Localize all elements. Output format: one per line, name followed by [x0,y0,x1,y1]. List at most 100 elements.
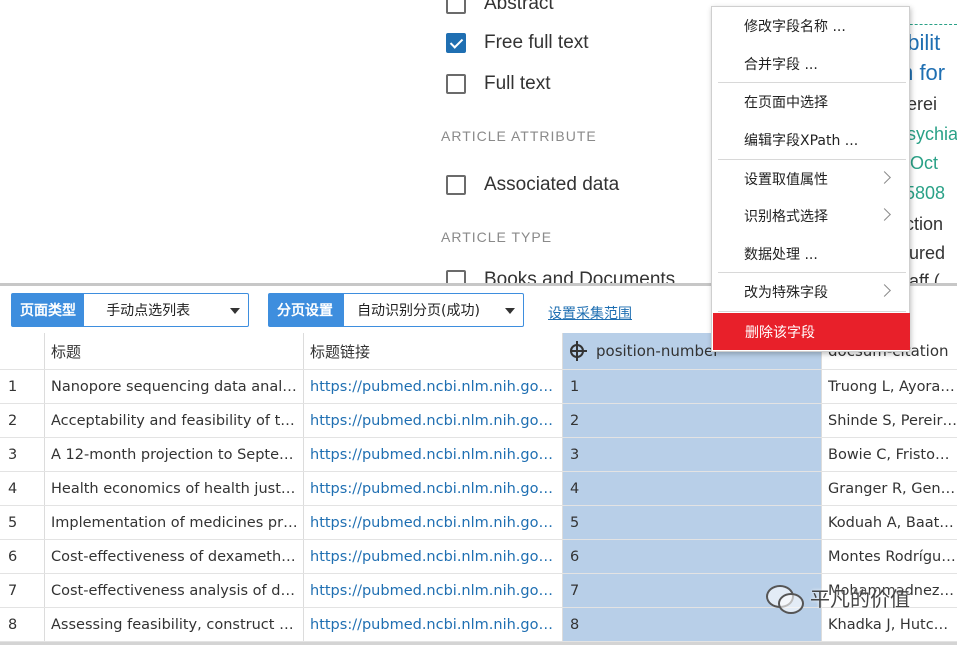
cell-docsum-citation: Shinde S, Pereira B [828,404,957,438]
cell-docsum-citation: Montes Rodríguez P [828,540,957,574]
cell-title: Implementation of medicines pricing poli… [51,506,299,540]
cell-index-text: 1 [8,379,18,395]
chevron-right-icon [878,284,891,297]
cell-title-text: Implementation of medicines pricing poli… [51,515,299,531]
cell-index: 4 [8,472,38,506]
cell-docsum-citation: Khadka J, Hutchins [828,608,957,642]
filter-free-full-text[interactable]: Free full text [446,31,589,55]
filter-books-documents[interactable]: Books and Documents [446,268,675,283]
cell-position-number: 1 [570,370,815,404]
cell-index: 3 [8,438,38,472]
set-scope-link[interactable]: 设置采集范围 [548,303,632,323]
cell-index-text: 7 [8,583,18,599]
associated-data-checkbox[interactable] [446,175,466,195]
cell-docsum-citation-text: Koduah A, Baatiema [828,515,957,531]
menu-data-processing[interactable]: 数据处理 ... [712,236,909,272]
cell-position-number-text: 6 [570,549,580,565]
cell-index-text: 6 [8,549,18,565]
cell-position-number-text: 1 [570,379,580,395]
cell-title-link[interactable]: https://pubmed.ncbi.nlm.nih.gov/36458081… [310,370,558,404]
menu-separator [718,272,906,273]
menu-separator [718,159,906,160]
article-attribute-heading: ARTICLE ATTRIBUTE [441,128,597,144]
cell-docsum-citation-text: Bowie C, Friston K. [828,447,957,463]
crosshair-icon [570,341,587,361]
menu-format-recognition-label: 识别格式选择 [744,209,828,225]
menu-data-processing-label: 数据处理 ... [744,247,818,263]
cell-title-link[interactable]: https://pubmed.ncbi.nlm.nih.gov/36458082… [310,404,558,438]
header-title-link[interactable]: 标题链接 [310,333,558,369]
pagination-dropdown[interactable]: 自动识别分页(成功) [344,294,523,326]
full-text-label: Full text [484,73,551,94]
filter-associated-data[interactable]: Associated data [446,173,619,197]
table-row[interactable]: 5 Implementation of medicines pricing pol… [0,506,957,540]
cell-index: 1 [8,370,38,404]
cell-docsum-citation: Bowie C, Friston K. [828,438,957,472]
free-full-text-checkbox[interactable] [446,33,466,53]
cell-title-text: Nanopore sequencing data analysis using … [51,379,299,395]
table-row[interactable]: 3 A 12-month projection to September 2022… [0,438,957,472]
associated-data-label: Associated data [484,174,620,195]
cell-index: 6 [8,540,38,574]
menu-rename-field[interactable]: 修改字段名称 ... [712,8,909,44]
books-documents-checkbox[interactable] [446,270,466,283]
article-type-heading: ARTICLE TYPE [441,229,553,245]
pagination-selector[interactable]: 分页设置 自动识别分页(成功) [268,293,524,327]
cell-title-link[interactable]: https://pubmed.ncbi.nlm.nih.gov/36458086… [310,540,558,574]
page-type-dropdown[interactable]: 手动点选列表 [84,294,248,326]
cell-title-link-text: https://pubmed.ncbi.nlm.nih.gov/36458084… [310,481,558,497]
cell-title: Cost-effectiveness analysis of dapaglifl… [51,574,299,608]
cell-title-text: Health economics of health justice progr… [51,481,299,497]
menu-separator [718,82,906,83]
cell-position-number-text: 3 [570,447,580,463]
filter-abstract[interactable]: Abstract [446,0,554,16]
cell-title-link-text: https://pubmed.ncbi.nlm.nih.gov/36458082… [310,413,558,429]
cell-title: Health economics of health justice progr… [51,472,299,506]
full-text-checkbox[interactable] [446,74,466,94]
abstract-label: Abstract [484,0,554,14]
menu-delete-field[interactable]: 删除该字段 [713,313,910,350]
header-index [8,333,38,369]
table-row[interactable]: 1 Nanopore sequencing data analysis using… [0,370,957,404]
cell-title-text: Acceptability and feasibility of the Hea… [51,413,299,429]
cell-index-text: 3 [8,447,18,463]
watermark-text: 平凡的价值 [810,587,910,611]
cell-position-number: 4 [570,472,815,506]
cell-title: Cost-effectiveness of dexamethasone impl… [51,540,299,574]
menu-convert-special-field[interactable]: 改为特殊字段 [712,274,909,310]
cell-position-number-text: 4 [570,481,580,497]
cell-title-text: Assessing feasibility, construct validit… [51,617,299,633]
cell-docsum-citation: Koduah A, Baatiema [828,506,957,540]
cell-docsum-citation: Truong L, Ayora F, D [828,370,957,404]
page-type-selector[interactable]: 页面类型 手动点选列表 [11,293,249,327]
cell-index-text: 4 [8,481,18,497]
menu-merge-field[interactable]: 合并字段 ... [712,46,909,82]
pagination-label: 分页设置 [269,294,345,326]
menu-format-recognition[interactable]: 识别格式选择 [712,198,909,234]
table-row[interactable]: 2 Acceptability and feasibility of the He… [0,404,957,438]
page-type-label: 页面类型 [12,294,85,326]
menu-set-value-attribute-label: 设置取值属性 [744,172,828,188]
abstract-checkbox[interactable] [446,0,466,14]
cell-title-link[interactable]: https://pubmed.ncbi.nlm.nih.gov/36458083… [310,438,558,472]
cell-position-number-text: 2 [570,413,580,429]
menu-set-value-attribute[interactable]: 设置取值属性 [712,161,909,197]
cell-title-link[interactable]: https://pubmed.ncbi.nlm.nih.gov/36458085… [310,506,558,540]
menu-rename-field-label: 修改字段名称 ... [744,19,846,35]
cell-position-number: 8 [570,608,815,642]
table-row[interactable]: 8 Assessing feasibility, construct validi… [0,608,957,642]
menu-select-in-page[interactable]: 在页面中选择 [712,84,909,120]
table-row[interactable]: 4 Health economics of health justice prog… [0,472,957,506]
cell-title-link[interactable]: https://pubmed.ncbi.nlm.nih.gov/36458087… [310,574,558,608]
cell-title-link[interactable]: https://pubmed.ncbi.nlm.nih.gov/36458088… [310,608,558,642]
books-documents-label: Books and Documents [484,269,676,283]
header-title[interactable]: 标题 [51,333,299,369]
cell-index: 8 [8,608,38,642]
cell-title-link[interactable]: https://pubmed.ncbi.nlm.nih.gov/36458084… [310,472,558,506]
table-row[interactable]: 6 Cost-effectiveness of dexamethasone imp… [0,540,957,574]
chevron-right-icon [878,208,891,221]
filter-full-text[interactable]: Full text [446,72,551,96]
cell-title-text: Cost-effectiveness analysis of dapaglifl… [51,583,299,599]
page-type-value: 手动点选列表 [106,303,191,319]
menu-edit-xpath[interactable]: 编辑字段XPath ... [712,122,909,158]
